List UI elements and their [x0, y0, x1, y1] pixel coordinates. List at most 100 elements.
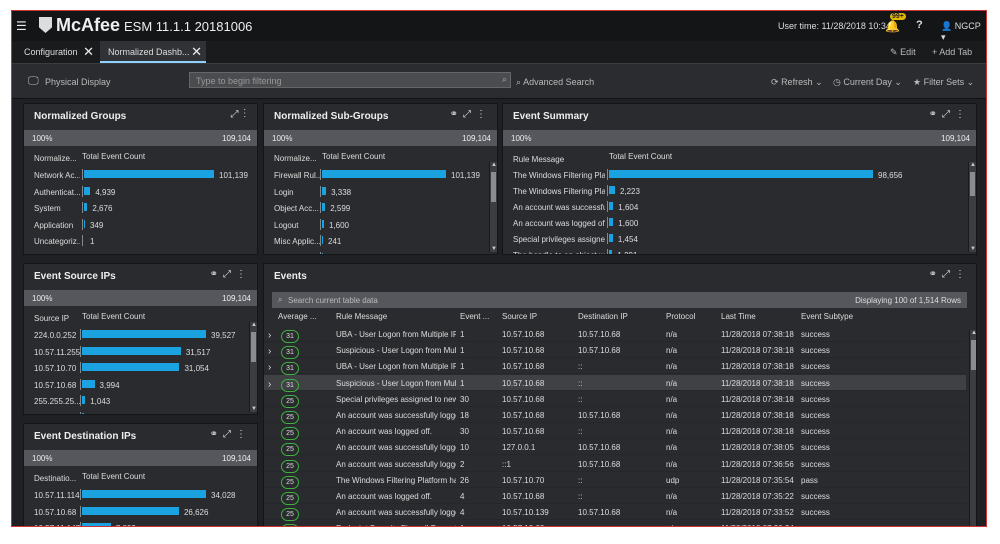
list-item[interactable]: Firewall Rul... 101,139	[264, 167, 497, 183]
count-bar[interactable]	[84, 170, 214, 178]
table-row[interactable]: › 31 UBA - User Logon from Multiple IP Ac 1…	[264, 358, 966, 376]
count-bar[interactable]	[609, 170, 873, 178]
column-header[interactable]: Total Event Count	[82, 472, 145, 481]
column-header[interactable]: Source IP	[34, 314, 69, 323]
close-icon[interactable]: ✕	[191, 44, 202, 60]
table-row[interactable]: 25 An account was successfully logged c 2:…	[264, 456, 966, 473]
advanced-search-link[interactable]: ⌕ Advanced Search	[516, 77, 594, 88]
column-header[interactable]: Source IP	[502, 312, 537, 321]
list-item[interactable]: Object Acc... 2,599	[264, 200, 497, 216]
expand-icon[interactable]: ⤢	[942, 269, 955, 280]
link-icon[interactable]: ⚭	[450, 109, 463, 120]
expand-icon[interactable]: ⤢	[223, 429, 236, 440]
user-menu[interactable]: 👤 NGCP ▾	[941, 21, 986, 43]
list-item[interactable]: Login 3,338	[264, 184, 497, 200]
list-item[interactable]: 10.57.10.68 3,994	[24, 377, 257, 393]
count-bar[interactable]	[322, 170, 446, 178]
count-bar[interactable]	[609, 218, 614, 226]
count-bar[interactable]	[609, 202, 614, 210]
filter-sets-selector[interactable]: ★ Filter Sets ⌄	[913, 77, 974, 88]
more-icon[interactable]: ⋮	[236, 429, 251, 440]
filter-input[interactable]: Type to begin filtering ⌕	[189, 72, 511, 88]
search-icon[interactable]: ⌕	[502, 74, 507, 85]
count-bar[interactable]	[82, 523, 111, 526]
list-item[interactable]: The Windows Filtering Pla... 2,223	[503, 183, 976, 199]
column-header[interactable]: Destinatio...	[34, 474, 76, 483]
bell-icon[interactable]: 🔔	[885, 19, 900, 33]
expand-row-icon[interactable]: ›	[268, 330, 271, 341]
count-bar[interactable]	[84, 186, 91, 195]
count-bar[interactable]	[82, 490, 206, 498]
count-bar[interactable]	[82, 330, 206, 338]
count-bar[interactable]	[609, 250, 613, 254]
list-item[interactable]: Authenticat... 4,939	[24, 184, 257, 200]
count-bar[interactable]	[82, 506, 179, 515]
table-row[interactable]: 25 An account was logged off. 4 10.57.10.68…	[264, 488, 966, 505]
tab-normalized-dashboard[interactable]: Normalized Dashb... ✕	[100, 41, 206, 63]
link-icon[interactable]: ⚭	[210, 269, 223, 280]
list-item[interactable]: Logout 1,600	[264, 217, 497, 233]
close-icon[interactable]: ✕	[83, 44, 94, 60]
count-bar[interactable]	[82, 396, 86, 404]
physical-display-selector[interactable]: Physical Display	[45, 77, 111, 87]
list-item[interactable]: Network Ac... 101,139	[24, 167, 257, 183]
column-header[interactable]: Event Subtype	[801, 312, 853, 321]
refresh-button[interactable]: ⟳ Refresh ⌄	[771, 77, 823, 88]
count-bar[interactable]	[322, 252, 323, 254]
column-header[interactable]: Last Time	[721, 312, 756, 321]
list-item[interactable]: 10.57.11.147 7,893	[24, 520, 257, 526]
tab-configuration[interactable]: Configuration ✕	[16, 41, 98, 63]
count-bar[interactable]	[322, 219, 324, 228]
list-item[interactable]: 10.57.11.255 31,517	[24, 344, 257, 360]
count-bar[interactable]	[82, 363, 180, 371]
table-row[interactable]: › 31 Suspicious - User Logon from Multipl 1…	[264, 374, 966, 392]
expand-row-icon[interactable]: ›	[268, 362, 271, 373]
link-icon[interactable]: ⚭	[210, 429, 223, 440]
expand-icon[interactable]: ⤢	[942, 109, 955, 120]
list-item[interactable]: Misc Applic... 241	[264, 233, 497, 249]
column-header[interactable]: Normalize...	[274, 154, 317, 163]
count-bar[interactable]	[82, 412, 84, 414]
menu-icon[interactable]: ☰	[16, 19, 27, 33]
list-item[interactable]: 224.0.0.252 39,527	[24, 327, 257, 343]
table-row[interactable]: › 31 UBA - User Logon from Multiple IP Ac 1…	[264, 326, 966, 343]
list-item[interactable]: Uncategoriz... 1	[24, 233, 257, 249]
link-icon[interactable]: ⚭	[929, 109, 942, 120]
column-header[interactable]: Protocol	[666, 312, 695, 321]
table-row[interactable]: 25 An account was logged off. 30 10.57.10.6…	[264, 423, 966, 441]
current-day-selector[interactable]: ◷ Current Day ⌄	[833, 77, 902, 88]
scroll-thumb[interactable]	[971, 340, 976, 370]
link-icon[interactable]: ⚭	[929, 269, 942, 280]
table-row[interactable]: 25 Endpoint Security Firewall Property 1 1…	[264, 520, 966, 526]
table-row[interactable]: › 31 Suspicious - User Logon from Multipl 1…	[264, 342, 966, 360]
table-row[interactable]: 25 An account was successfully logged c 18…	[264, 407, 966, 424]
list-item[interactable]: 255.255.25... 1,043	[24, 393, 257, 409]
more-icon[interactable]: ⋮	[244, 109, 252, 120]
list-item[interactable]: An account was logged off. 1,600	[503, 215, 976, 231]
list-item[interactable]: The Windows Filtering Pla... 98,656	[503, 167, 976, 183]
list-item[interactable]: Process Sta... 101	[264, 250, 497, 254]
events-search-input[interactable]: ⌕ Search current table data Displaying 1…	[272, 292, 967, 308]
expand-icon[interactable]: ⤢	[231, 109, 244, 120]
count-bar[interactable]	[322, 236, 323, 244]
help-button[interactable]: ?	[916, 19, 923, 31]
list-item[interactable]: Application 349	[24, 217, 257, 233]
table-row[interactable]: 25 The Windows Filtering Platform has p 26…	[264, 472, 966, 489]
expand-icon[interactable]: ⤢	[223, 269, 236, 280]
count-bar[interactable]	[609, 234, 613, 242]
column-header[interactable]: Total Event Count	[322, 152, 385, 161]
count-bar[interactable]	[82, 346, 181, 355]
count-bar[interactable]	[322, 186, 327, 195]
column-header[interactable]: Rule Message	[513, 155, 564, 164]
expand-icon[interactable]: ⤢	[463, 109, 476, 120]
vertical-scrollbar[interactable]: ▲	[969, 330, 976, 526]
column-header[interactable]: Total Event Count	[82, 312, 145, 321]
count-bar[interactable]	[84, 203, 88, 211]
more-icon[interactable]: ⋮	[476, 109, 491, 120]
count-bar[interactable]	[609, 186, 615, 194]
column-header[interactable]: Rule Message	[336, 312, 387, 321]
list-item[interactable]: 10.57.10.68 26,626	[24, 504, 257, 520]
expand-row-icon[interactable]: ›	[268, 379, 271, 390]
more-icon[interactable]: ⋮	[236, 269, 251, 280]
table-row[interactable]: 25 An account was successfully logged c 10…	[264, 439, 966, 457]
